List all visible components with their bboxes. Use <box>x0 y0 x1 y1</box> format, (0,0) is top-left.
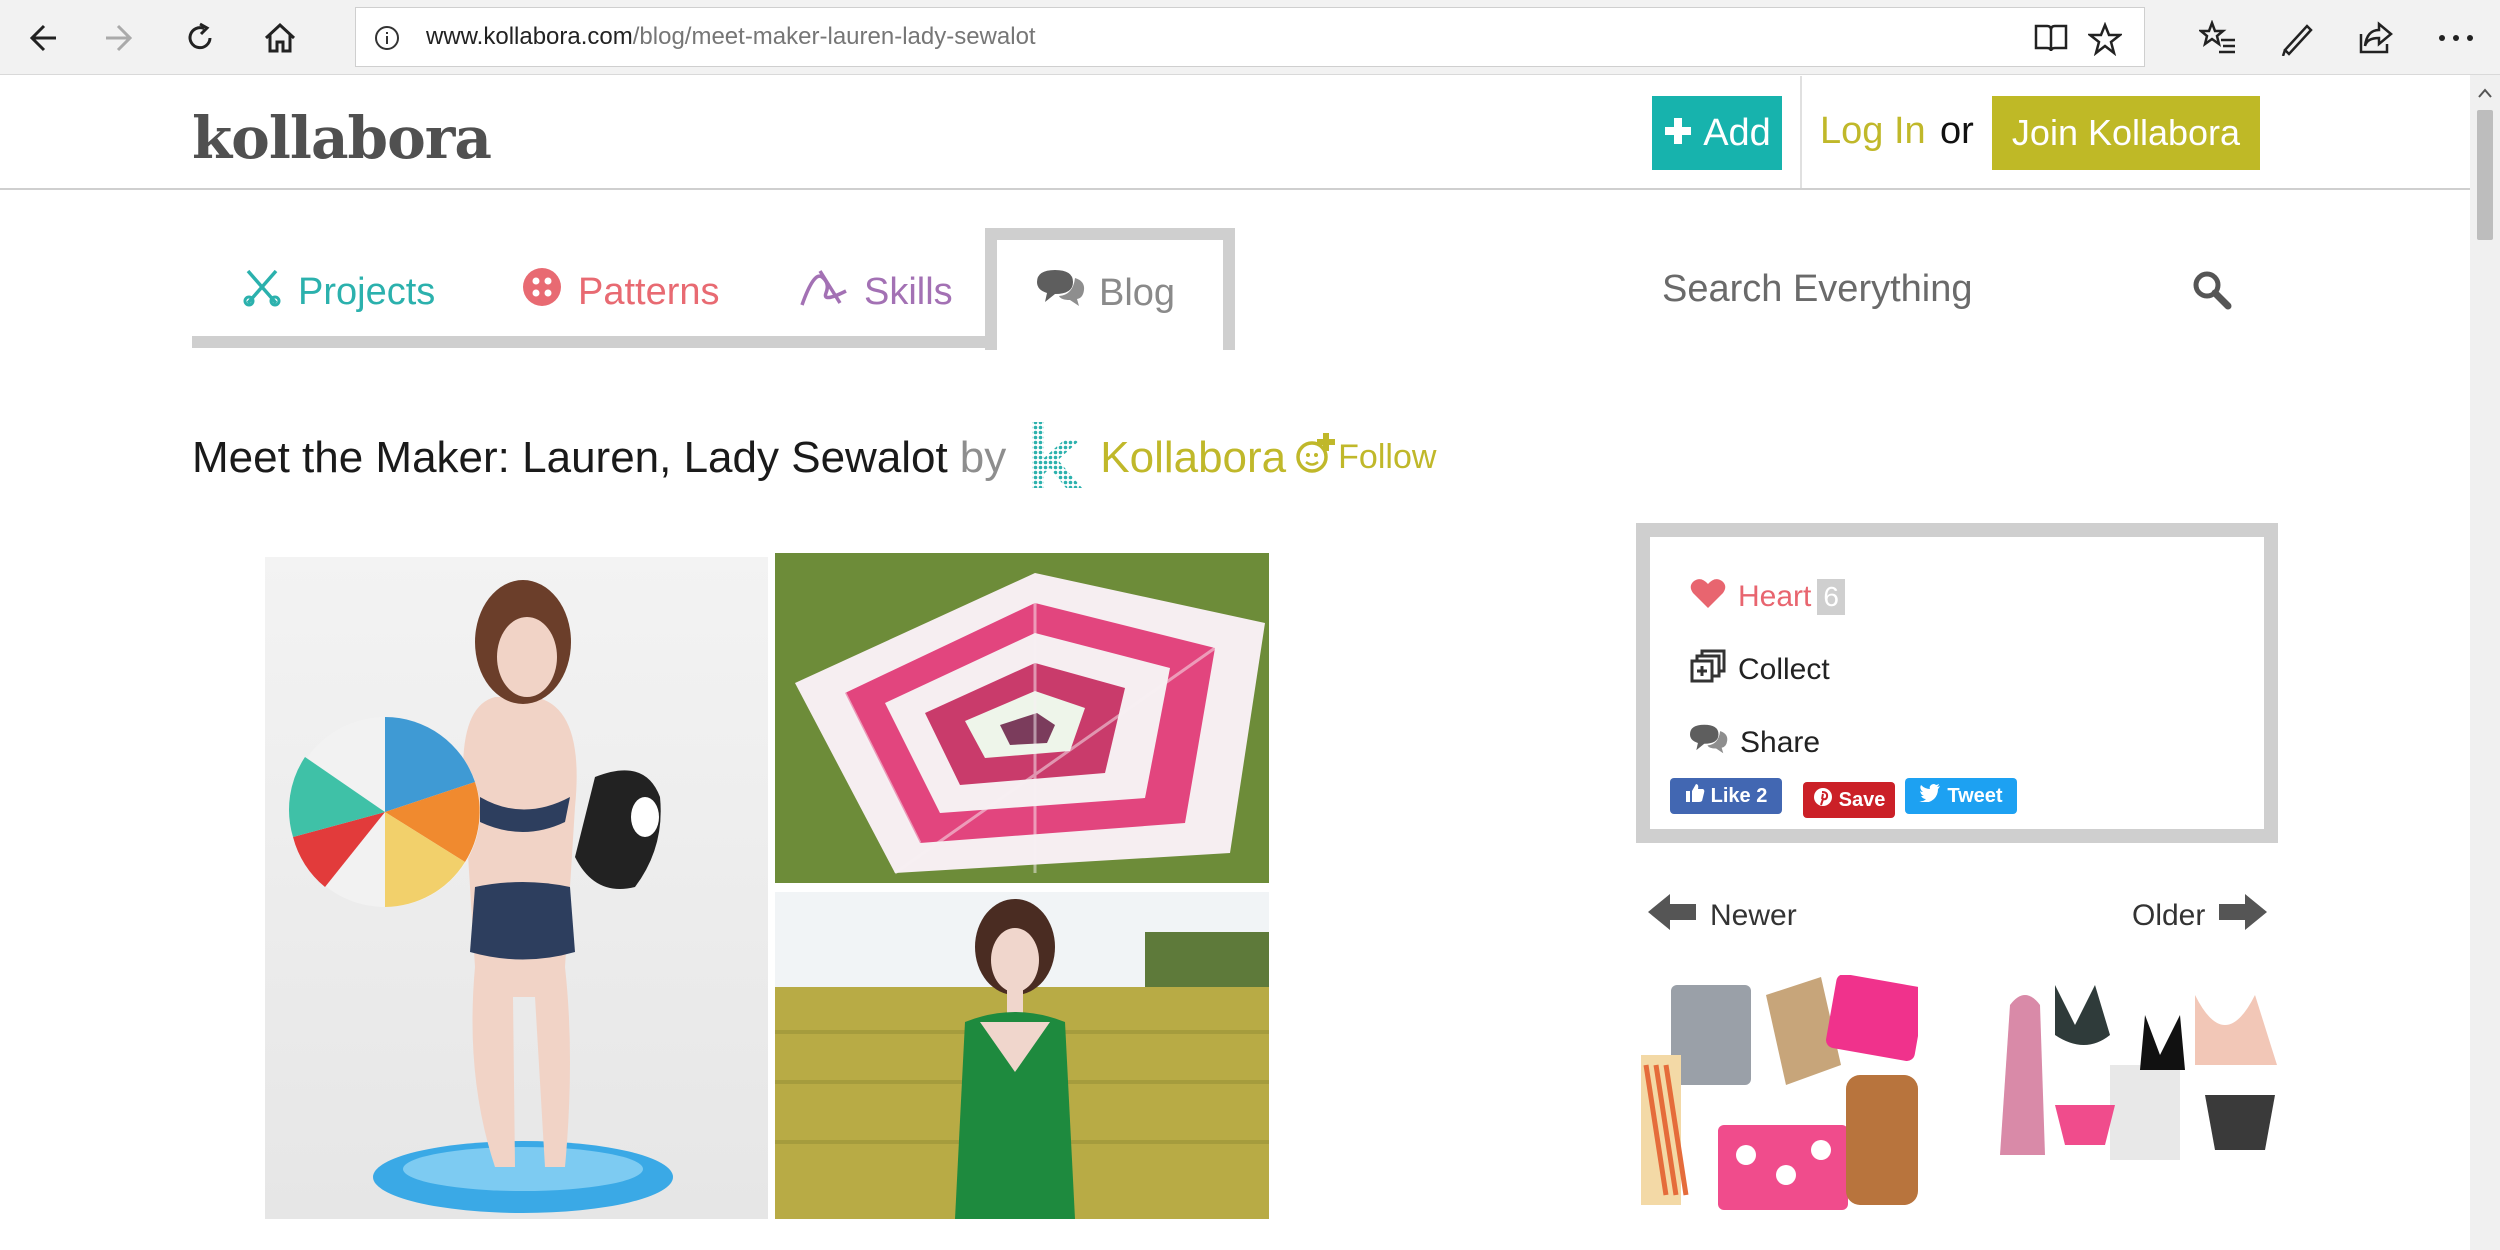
follow-button[interactable]: Follow <box>1294 431 1436 484</box>
post-title-row: Meet the Maker: Lauren, Lady Sewalot by … <box>192 420 1436 495</box>
photo-quilt <box>775 553 1269 883</box>
or-text: or <box>1940 110 1974 152</box>
login-link[interactable]: Log In <box>1820 110 1926 153</box>
tab-blog[interactable]: Blog <box>985 228 1235 350</box>
header-divider <box>1800 76 1802 188</box>
home-icon[interactable] <box>256 14 304 62</box>
older-label: Older <box>2132 899 2206 932</box>
arrow-left-icon <box>1646 892 1698 940</box>
older-post-thumbnail[interactable] <box>1995 975 2277 1175</box>
reading-view-icon[interactable] <box>2033 22 2069 59</box>
photo-green-dress-field <box>775 892 1269 1219</box>
heart-icon <box>1690 577 1726 617</box>
tab-patterns-label: Patterns <box>578 270 720 313</box>
search-input[interactable]: Search Everything <box>1662 268 1973 311</box>
join-button[interactable]: Join Kollabora <box>1992 96 2260 170</box>
collect-button[interactable]: Collect <box>1690 649 1830 691</box>
scroll-thumb[interactable] <box>2477 110 2493 240</box>
add-person-icon <box>1294 431 1338 484</box>
forward-icon[interactable] <box>96 14 144 62</box>
favorite-star-icon[interactable] <box>2086 21 2124 61</box>
site-header: kollabora Add Log In or Join Kollabora <box>0 76 2470 190</box>
address-bar[interactable]: www.kollabora.com/blog/meet-maker-lauren… <box>355 7 2145 67</box>
collect-label: Collect <box>1738 653 1830 686</box>
site-logo[interactable]: kollabora <box>192 104 492 172</box>
refresh-icon[interactable] <box>176 14 224 62</box>
newer-post-link[interactable]: Newer <box>1646 892 1797 940</box>
thumbs-up-icon <box>1685 783 1705 809</box>
tab-patterns[interactable]: Patterns <box>522 262 720 322</box>
plus-icon <box>1663 111 1693 156</box>
url-path: /blog/meet-maker-lauren-lady-sewalot <box>632 23 1036 50</box>
share-button[interactable]: Share <box>1690 723 1820 763</box>
button-icon <box>522 267 562 317</box>
post-title: Meet the Maker: Lauren, Lady Sewalot <box>192 432 948 482</box>
collect-icon <box>1690 649 1726 691</box>
newer-post-thumbnail[interactable] <box>1636 975 1918 1210</box>
tab-skills[interactable]: Skills <box>800 262 953 322</box>
heart-count-badge: 6 <box>1817 579 1845 615</box>
older-post-link[interactable]: Older <box>2132 892 2269 940</box>
facebook-like-button[interactable]: Like 2 <box>1670 778 1782 814</box>
share-label: Share <box>1740 726 1821 759</box>
by-text: by <box>959 432 1007 482</box>
facebook-like-label: Like 2 <box>1710 784 1768 807</box>
tab-blog-label: Blog <box>1099 271 1176 314</box>
needle-thread-icon <box>800 267 848 317</box>
notes-pen-icon[interactable] <box>2274 14 2322 62</box>
arrow-right-icon <box>2217 892 2269 940</box>
author-link[interactable]: Kollabora <box>1100 433 1286 483</box>
url-text: www.kollabora.com/blog/meet-maker-lauren… <box>426 23 1036 51</box>
more-menu-icon[interactable] <box>2432 14 2480 62</box>
heart-button[interactable]: Heart 6 <box>1690 577 1845 617</box>
newer-label: Newer <box>1710 899 1797 932</box>
page-scrollbar[interactable] <box>2470 75 2500 1250</box>
follow-label: Follow <box>1338 438 1437 476</box>
kollabora-avatar-icon[interactable] <box>1028 420 1083 495</box>
twitter-bird-icon <box>1919 784 1941 808</box>
pinterest-icon <box>1813 787 1833 813</box>
url-domain: www.kollabora.com <box>426 23 633 50</box>
tweet-button[interactable]: Tweet <box>1905 778 2017 814</box>
speech-bubbles-icon <box>1690 723 1728 763</box>
speech-bubbles-icon <box>1037 268 1085 318</box>
scissors-icon <box>242 267 282 317</box>
scroll-up-icon[interactable] <box>2478 85 2492 103</box>
add-button[interactable]: Add <box>1652 96 1782 170</box>
tweet-label: Tweet <box>1947 784 2003 807</box>
tab-projects-label: Projects <box>298 270 436 313</box>
favorites-list-icon[interactable] <box>2194 14 2242 62</box>
pinterest-save-button[interactable]: Save <box>1803 782 1895 818</box>
tab-skills-label: Skills <box>864 270 953 313</box>
active-tab-gap <box>997 336 1223 348</box>
tab-projects[interactable]: Projects <box>242 262 435 322</box>
search-icon[interactable] <box>2192 270 2232 315</box>
photo-maker-beach-ball <box>265 557 768 1219</box>
heart-label: Heart <box>1738 580 1812 613</box>
back-icon[interactable] <box>18 14 66 62</box>
site-info-icon[interactable] <box>374 25 400 56</box>
pinterest-save-label: Save <box>1838 788 1886 811</box>
post-actions-panel: Heart 6 Collect Share Like 2 Save Tweet <box>1636 523 2278 843</box>
browser-toolbar: www.kollabora.com/blog/meet-maker-lauren… <box>0 0 2500 75</box>
share-icon[interactable] <box>2352 14 2400 62</box>
add-label: Add <box>1703 111 1771 154</box>
